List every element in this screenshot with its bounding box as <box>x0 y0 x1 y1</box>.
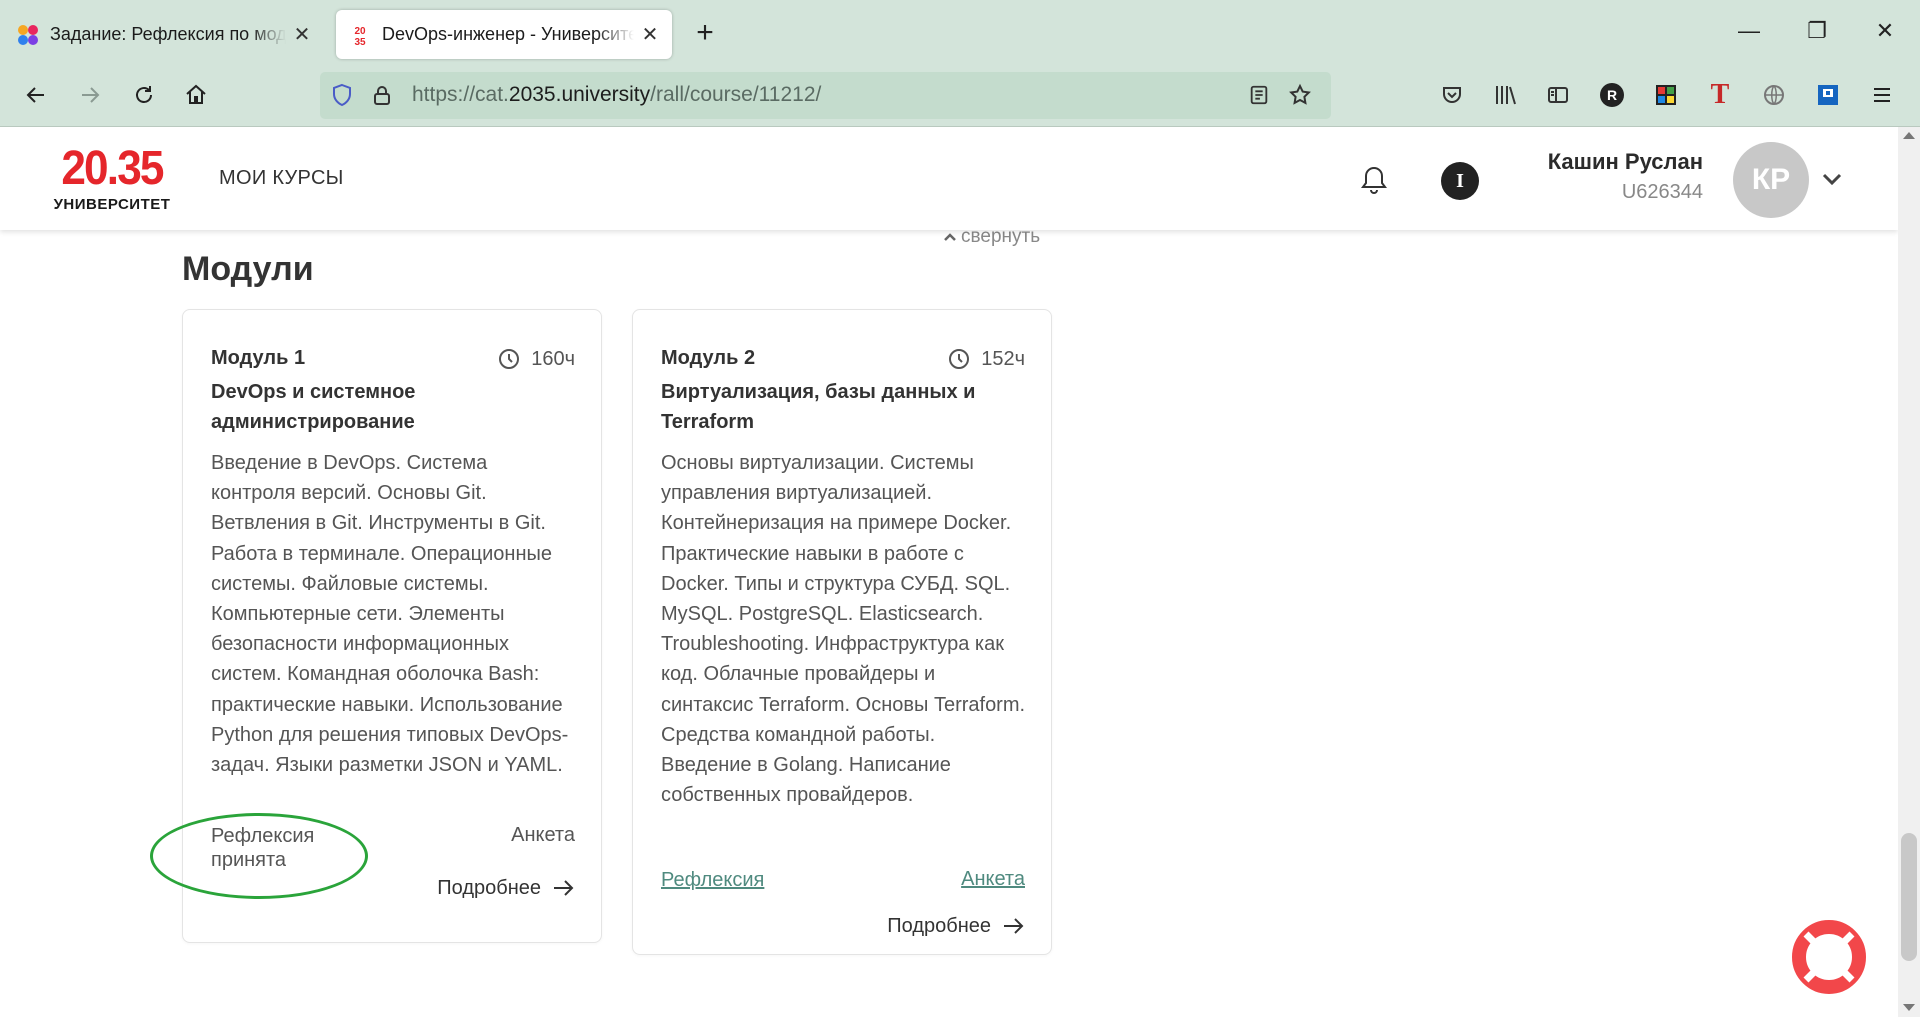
module-description: Введение в DevOps. Система контроля верс… <box>211 452 569 777</box>
extension-r-button[interactable]: R <box>1596 79 1628 111</box>
more-label: Подробнее <box>887 914 991 937</box>
extension-colorful-button[interactable] <box>1650 79 1682 111</box>
new-tab-button[interactable]: + <box>688 16 722 50</box>
module-card-2: Модуль 2 152ч Виртуализация, базы данных… <box>632 309 1052 955</box>
scroll-down-icon[interactable] <box>1903 1004 1915 1011</box>
pocket-button[interactable] <box>1436 79 1468 111</box>
extension-colorful-icon <box>1656 85 1676 105</box>
sidebar-icon <box>1548 87 1568 103</box>
more-label: Подробнее <box>437 876 541 899</box>
more-button[interactable]: Подробнее <box>437 876 575 900</box>
reload-icon <box>136 86 152 103</box>
arrow-right-icon <box>1004 918 1024 934</box>
shield-icon[interactable] <box>330 83 354 107</box>
arrow-left-icon <box>26 87 44 103</box>
hamburger-menu-icon <box>1874 88 1890 102</box>
t-extension-icon: T <box>1710 79 1730 110</box>
app-menu-button[interactable] <box>1866 79 1898 111</box>
module-title: DevOps и системное администрирование <box>211 381 416 433</box>
reload-button[interactable] <box>126 77 162 113</box>
logo-subtitle: УНИВЕРСИТЕТ <box>53 196 171 213</box>
reader-view-icon[interactable] <box>1248 84 1270 106</box>
module-hours-value: 152ч <box>981 347 1025 370</box>
page-scrollbar[interactable] <box>1898 127 1920 1017</box>
user-id: U626344 <box>1621 181 1703 203</box>
user-name: Кашин Руслан <box>1547 149 1703 174</box>
restore-button[interactable]: ❐ <box>1802 18 1832 48</box>
scrollbar-thumb[interactable] <box>1901 833 1917 961</box>
pocket-icon <box>1443 87 1461 103</box>
bookmark-star-icon[interactable] <box>1288 83 1312 107</box>
tab-close-icon[interactable]: ✕ <box>292 22 312 47</box>
extension-t-button[interactable]: T <box>1704 79 1736 111</box>
library-button[interactable] <box>1490 79 1522 111</box>
forward-button[interactable] <box>72 77 108 113</box>
minimize-button[interactable]: — <box>1734 18 1764 48</box>
close-window-button[interactable]: ✕ <box>1870 18 1900 48</box>
more-button[interactable]: Подробнее <box>887 914 1025 938</box>
clock-icon <box>499 349 520 369</box>
modules-heading: Модули <box>182 250 314 288</box>
university-logo[interactable]: 20.35 УНИВЕРСИТЕТ <box>52 144 172 216</box>
app-favicon-icon <box>18 24 38 45</box>
site-header: 20.35 УНИВЕРСИТЕТ МОИ КУРСЫ I Кашин Русл… <box>0 127 1898 230</box>
save-page-icon <box>1818 85 1838 105</box>
university-favicon-icon: 20 35 <box>348 22 372 47</box>
module-hours-value: 160ч <box>531 347 575 370</box>
module-description: Основы виртуализации. Системы управления… <box>661 452 1026 807</box>
library-icon <box>1496 86 1516 105</box>
sidebar-button[interactable] <box>1542 79 1574 111</box>
info-icon[interactable]: I <box>1441 162 1479 200</box>
module-number: Модуль 2 <box>661 347 756 369</box>
globe-icon <box>1764 85 1784 105</box>
tab-title: DevOps-инженер - Университет 20.35 <box>382 24 634 44</box>
back-button[interactable] <box>18 77 54 113</box>
reflection-status: Рефлексия принята <box>211 825 315 871</box>
help-lifebuoy-icon[interactable] <box>1791 919 1867 995</box>
tab-devops-course[interactable]: 20 35 DevOps-инженер - Университет 20.35… <box>336 10 672 59</box>
module-hours: 160ч <box>497 347 575 371</box>
lock-icon[interactable] <box>370 83 394 107</box>
chevron-down-icon[interactable] <box>1819 166 1845 192</box>
home-icon <box>186 84 206 104</box>
reflection-link[interactable]: Рефлексия <box>661 868 764 892</box>
arrow-right-icon <box>554 880 574 896</box>
module-number: Модуль 1 <box>211 347 306 369</box>
logo-number: 20.35 <box>61 142 164 195</box>
home-button[interactable] <box>178 77 214 113</box>
clock-icon <box>949 349 970 369</box>
survey-label: Анкета <box>511 824 575 846</box>
module-card-1: Модуль 1 160ч DevOps и системное админис… <box>182 309 602 943</box>
address-bar[interactable]: https://cat.2035.university/rall/course/… <box>320 72 1331 119</box>
module-title: Виртуализация, базы данных и Terraform <box>661 381 976 433</box>
nav-my-courses[interactable]: МОИ КУРСЫ <box>219 167 344 190</box>
url-text: https://cat.2035.university/rall/course/… <box>412 83 822 106</box>
svg-text:35: 35 <box>354 37 366 47</box>
scroll-up-icon[interactable] <box>1903 132 1915 139</box>
extension-save-button[interactable] <box>1812 79 1844 111</box>
bell-icon[interactable] <box>1358 164 1390 196</box>
arrow-right-icon <box>82 87 100 103</box>
chevron-up-icon <box>944 233 956 241</box>
r-extension-icon: R <box>1600 83 1624 107</box>
extension-globe-button[interactable] <box>1758 79 1790 111</box>
svg-text:20: 20 <box>354 26 366 37</box>
survey-link[interactable]: Анкета <box>961 868 1025 891</box>
browser-nav-bar: https://cat.2035.university/rall/course/… <box>0 65 1920 127</box>
module-hours: 152ч <box>947 347 1025 371</box>
avatar[interactable]: КР <box>1733 142 1809 218</box>
page-viewport: 20.35 УНИВЕРСИТЕТ МОИ КУРСЫ I Кашин Русл… <box>0 127 1898 1017</box>
tab-assignment[interactable]: Задание: Рефлексия по модулю ✕ <box>4 10 324 59</box>
tab-title: Задание: Рефлексия по модулю <box>50 24 286 44</box>
tab-close-icon[interactable]: ✕ <box>640 22 660 47</box>
browser-tab-bar: Задание: Рефлексия по модулю ✕ 20 35 Dev… <box>0 0 1920 65</box>
